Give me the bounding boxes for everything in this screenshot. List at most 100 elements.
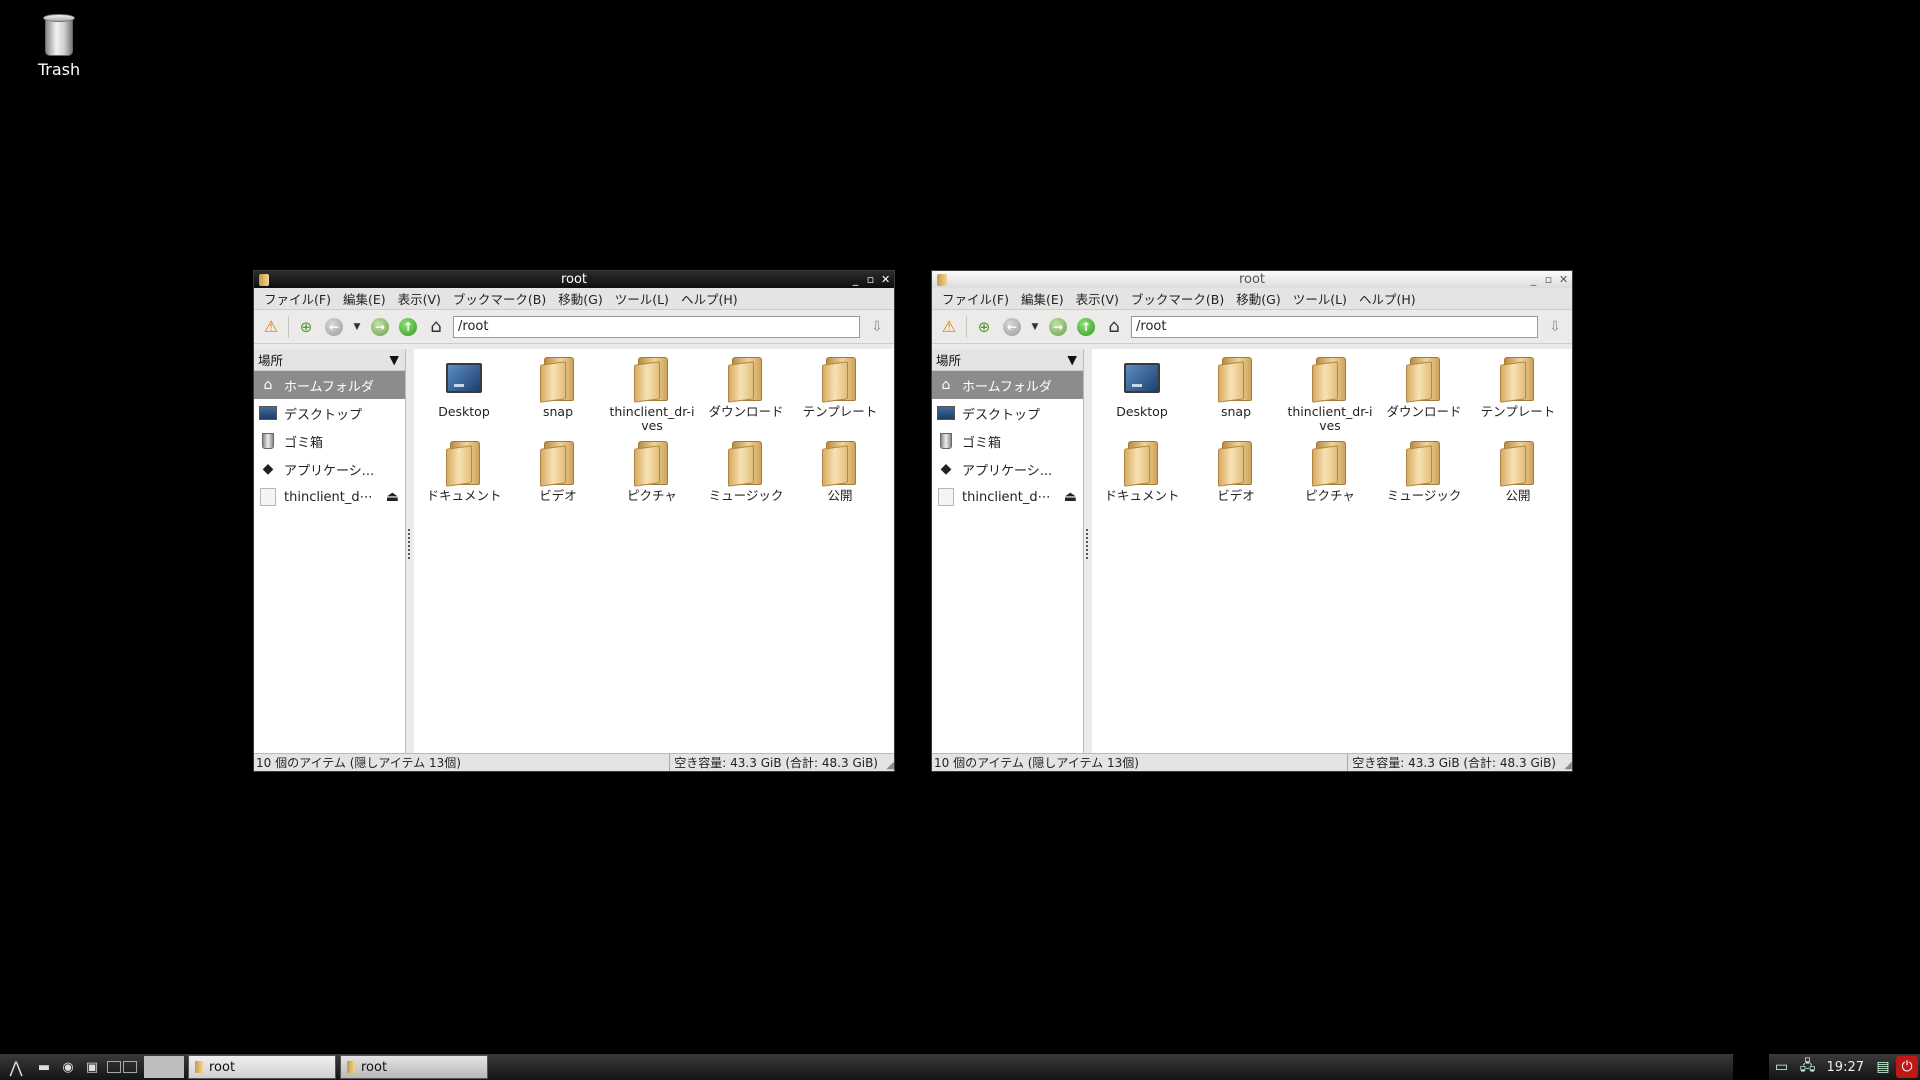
sidebar-item-applications[interactable]: ◆ アプリケーシ... xyxy=(932,455,1083,483)
sidebar-item-home[interactable]: ⌂ ホームフォルダ xyxy=(254,371,405,399)
sidebar-item-label: デスクトップ xyxy=(962,407,1041,423)
file-item-public[interactable]: 公開 xyxy=(1472,437,1564,503)
window-titlebar[interactable]: root _ ▫ ✕ xyxy=(932,271,1572,288)
maximize-button[interactable]: ▫ xyxy=(1544,271,1553,288)
new-tab-button[interactable]: ⊕ xyxy=(973,316,995,338)
pane-splitter[interactable] xyxy=(1084,349,1092,753)
menu-file[interactable]: ファイル(F) xyxy=(936,289,1015,308)
show-desktop-icon[interactable]: ▣ xyxy=(80,1056,104,1078)
home-button[interactable]: ⌂ xyxy=(1103,316,1125,338)
close-button[interactable]: ✕ xyxy=(1559,271,1568,288)
history-dropdown-button[interactable]: ▼ xyxy=(1029,316,1041,338)
pane-splitter[interactable] xyxy=(406,349,414,753)
close-button[interactable]: ✕ xyxy=(881,271,890,288)
file-item-templates[interactable]: テンプレート xyxy=(794,353,886,419)
forward-button[interactable]: → xyxy=(1047,316,1069,338)
sidebar-item-home[interactable]: ⌂ ホームフォルダ xyxy=(932,371,1083,399)
resize-grip-icon[interactable]: ◢ xyxy=(1560,754,1572,771)
menu-tools[interactable]: ツール(L) xyxy=(1287,289,1353,308)
menu-go[interactable]: 移動(G) xyxy=(1230,289,1286,308)
workspace-indicator[interactable] xyxy=(144,1056,184,1078)
forward-button[interactable]: → xyxy=(369,316,391,338)
start-menu-icon[interactable]: ⋀ xyxy=(0,1056,32,1078)
menu-help[interactable]: ヘルプ(H) xyxy=(1353,289,1422,308)
file-item-videos[interactable]: ビデオ xyxy=(1190,437,1282,503)
path-input[interactable]: /root xyxy=(453,315,860,338)
desktop-trash-icon[interactable]: Trash xyxy=(20,10,98,79)
menu-edit[interactable]: 編集(E) xyxy=(1015,289,1070,308)
eject-icon[interactable]: ⏏ xyxy=(386,489,399,505)
file-item-public[interactable]: 公開 xyxy=(794,437,886,503)
file-item-desktop[interactable]: Desktop xyxy=(418,353,510,419)
menu-bookmarks[interactable]: ブックマーク(B) xyxy=(447,289,552,308)
minimize-button[interactable]: _ xyxy=(851,271,860,288)
history-dropdown-button[interactable]: ▼ xyxy=(351,316,363,338)
minimize-button[interactable]: _ xyxy=(1529,271,1538,288)
path-input[interactable]: /root xyxy=(1131,315,1538,338)
menu-help[interactable]: ヘルプ(H) xyxy=(675,289,744,308)
toolbar: ⚠ ⊕ ← ▼ → ↑ ⌂ /root ⇩ xyxy=(932,310,1572,344)
file-item-downloads[interactable]: ダウンロード xyxy=(1378,353,1470,419)
warning-icon[interactable]: ⚠ xyxy=(938,316,960,338)
window-titlebar[interactable]: root _ ▫ ✕ xyxy=(254,271,894,288)
power-icon[interactable]: ⏻ xyxy=(1896,1056,1918,1078)
menu-bookmarks[interactable]: ブックマーク(B) xyxy=(1125,289,1230,308)
file-label: ダウンロード xyxy=(708,404,784,419)
resize-grip-icon[interactable]: ◢ xyxy=(882,754,894,771)
toolbar: ⚠ ⊕ ← ▼ → ↑ ⌂ /root ⇩ xyxy=(254,310,894,344)
file-item-documents[interactable]: ドキュメント xyxy=(1096,437,1188,503)
sidebar-item-applications[interactable]: ◆ アプリケーシ... xyxy=(254,455,405,483)
sidebar-item-desktop[interactable]: デスクトップ xyxy=(254,399,405,427)
file-item-thinclient-drives[interactable]: thinclient_dr-ives xyxy=(1284,353,1376,433)
sidebar-item-thinclient-drives[interactable]: thinclient_d⋯ ⏏ xyxy=(932,483,1083,511)
clock[interactable]: 19:27 xyxy=(1821,1060,1870,1075)
menu-view[interactable]: 表示(V) xyxy=(1070,289,1125,308)
file-item-snap[interactable]: snap xyxy=(512,353,604,419)
file-item-thinclient-drives[interactable]: thinclient_dr-ives xyxy=(606,353,698,433)
file-item-pictures[interactable]: ピクチャ xyxy=(606,437,698,503)
menu-file[interactable]: ファイル(F) xyxy=(258,289,337,308)
places-header[interactable]: 場所 ▼ xyxy=(932,349,1083,371)
home-icon: ⌂ xyxy=(263,377,273,393)
go-button[interactable]: ⇩ xyxy=(1544,316,1566,338)
up-button[interactable]: ↑ xyxy=(397,316,419,338)
menu-tools[interactable]: ツール(L) xyxy=(609,289,675,308)
menu-go[interactable]: 移動(G) xyxy=(552,289,608,308)
places-header[interactable]: 場所 ▼ xyxy=(254,349,405,371)
back-button[interactable]: ← xyxy=(323,316,345,338)
file-item-music[interactable]: ミュージック xyxy=(700,437,792,503)
menu-edit[interactable]: 編集(E) xyxy=(337,289,392,308)
file-item-templates[interactable]: テンプレート xyxy=(1472,353,1564,419)
file-item-pictures[interactable]: ピクチャ xyxy=(1284,437,1376,503)
maximize-button[interactable]: ▫ xyxy=(866,271,875,288)
network-icon[interactable]: 🖧 xyxy=(1795,1055,1821,1079)
trash-can-icon xyxy=(43,14,75,56)
eject-icon[interactable]: ⏏ xyxy=(1064,489,1077,505)
new-tab-button[interactable]: ⊕ xyxy=(295,316,317,338)
sidebar-item-trash[interactable]: ゴミ箱 xyxy=(254,427,405,455)
sidebar-item-desktop[interactable]: デスクトップ xyxy=(932,399,1083,427)
file-item-desktop[interactable]: Desktop xyxy=(1096,353,1188,419)
terminal-icon[interactable]: ▬ xyxy=(32,1056,56,1078)
file-item-videos[interactable]: ビデオ xyxy=(512,437,604,503)
drive-tray-icon[interactable]: ▭ xyxy=(1769,1059,1795,1075)
menu-view[interactable]: 表示(V) xyxy=(392,289,447,308)
folder-icon xyxy=(820,441,860,487)
volume-icon[interactable]: ▤ xyxy=(1870,1059,1896,1075)
file-item-snap[interactable]: snap xyxy=(1190,353,1282,419)
applications-icon: ◆ xyxy=(940,461,952,477)
browser-icon[interactable]: ◉ xyxy=(56,1056,80,1078)
warning-icon[interactable]: ⚠ xyxy=(260,316,282,338)
taskbar-task-root-1[interactable]: root xyxy=(188,1055,336,1079)
up-button[interactable]: ↑ xyxy=(1075,316,1097,338)
home-button[interactable]: ⌂ xyxy=(425,316,447,338)
back-button[interactable]: ← xyxy=(1001,316,1023,338)
file-item-downloads[interactable]: ダウンロード xyxy=(700,353,792,419)
workspace-switcher[interactable] xyxy=(104,1056,140,1078)
file-item-music[interactable]: ミュージック xyxy=(1378,437,1470,503)
sidebar-item-trash[interactable]: ゴミ箱 xyxy=(932,427,1083,455)
file-item-documents[interactable]: ドキュメント xyxy=(418,437,510,503)
taskbar-task-root-2[interactable]: root xyxy=(340,1055,488,1079)
go-button[interactable]: ⇩ xyxy=(866,316,888,338)
sidebar-item-thinclient-drives[interactable]: thinclient_d⋯ ⏏ xyxy=(254,483,405,511)
